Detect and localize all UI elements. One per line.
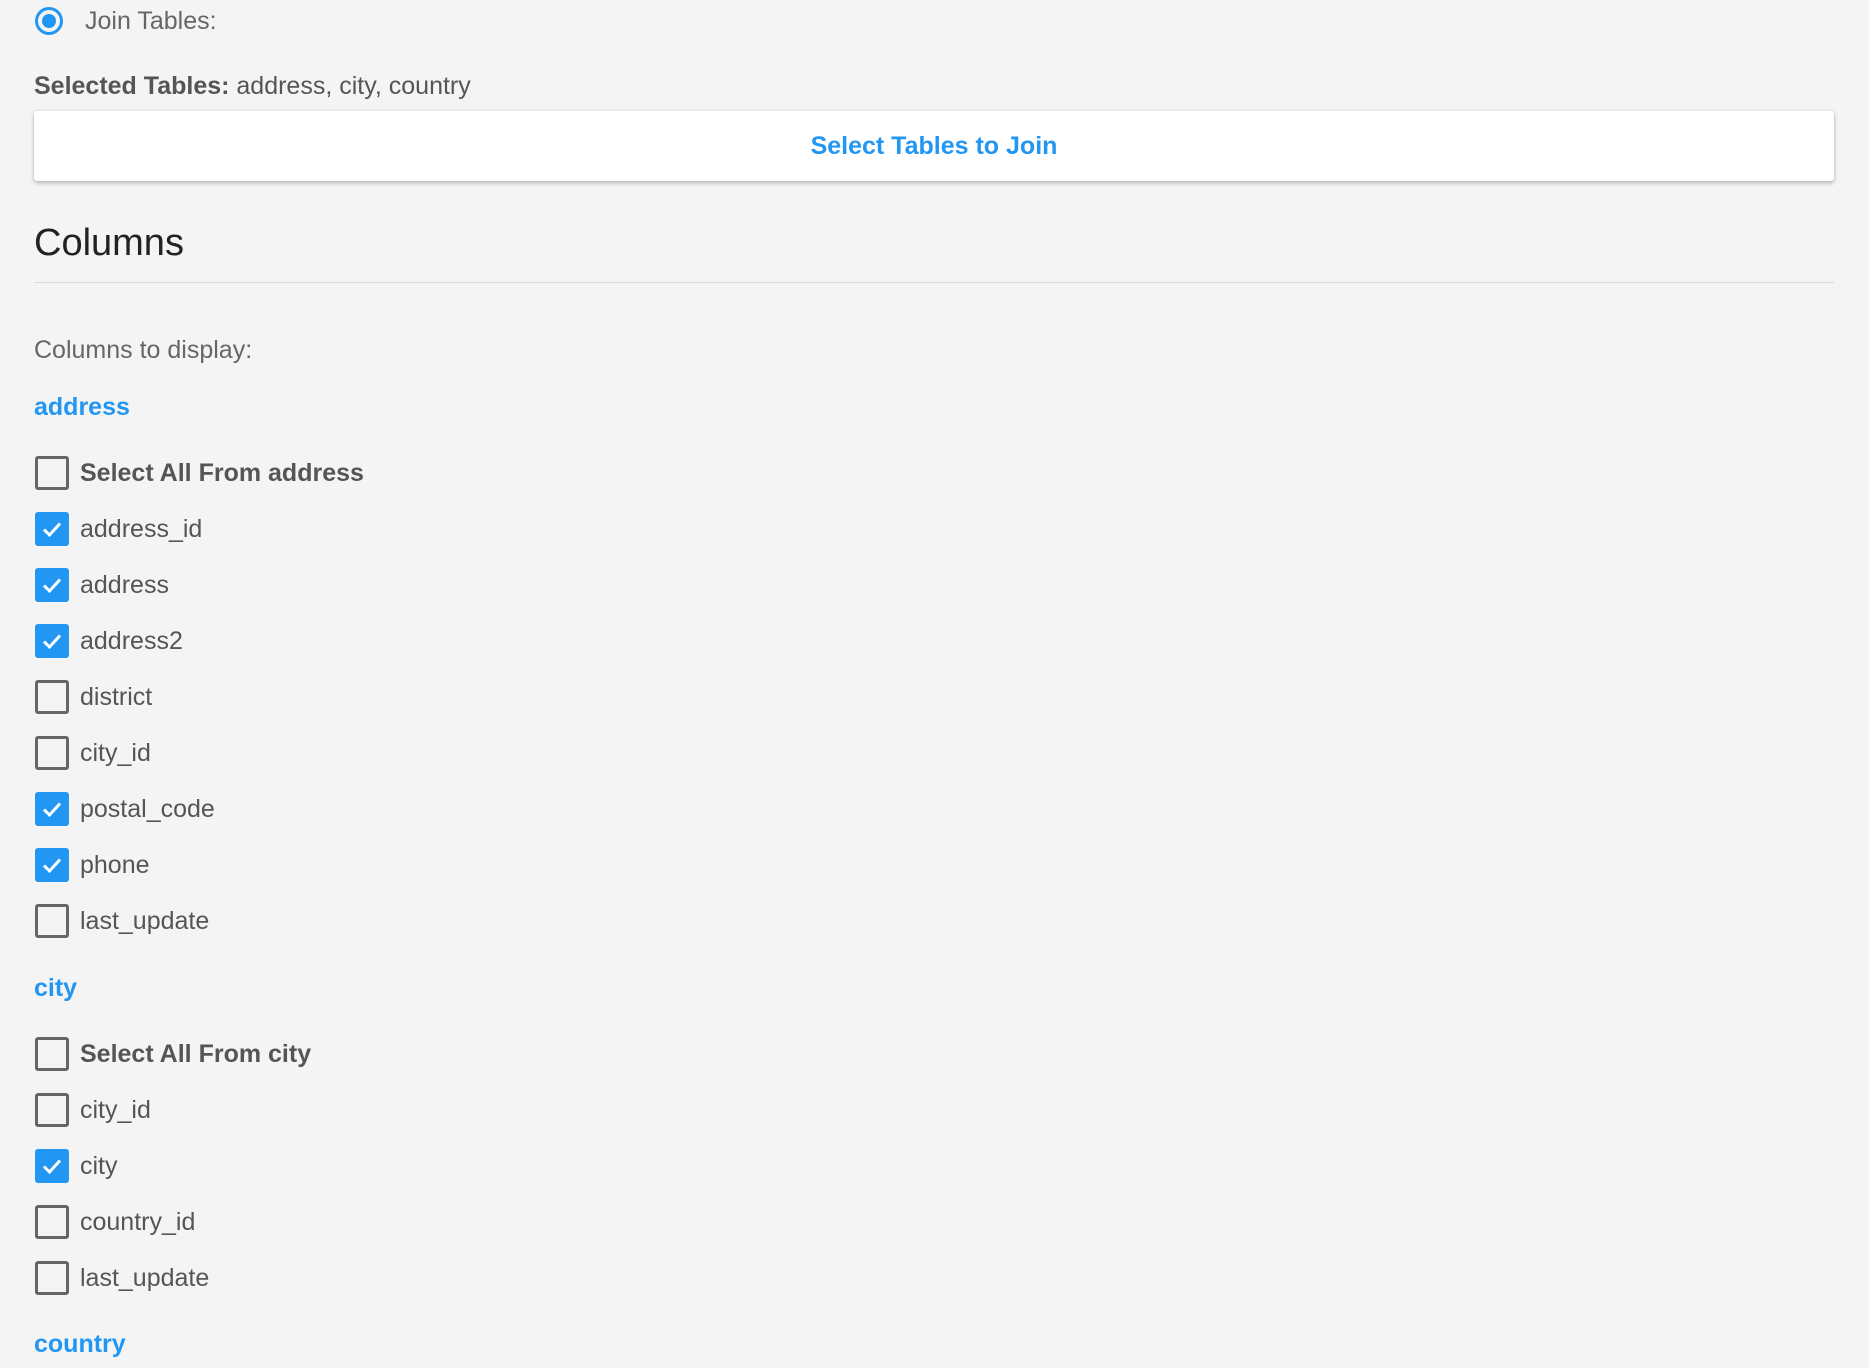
column-checkbox[interactable]: district bbox=[35, 679, 152, 715]
section-divider bbox=[34, 282, 1834, 283]
checkbox-icon[interactable] bbox=[35, 904, 69, 938]
select-all-city[interactable]: Select All From city bbox=[35, 1036, 311, 1072]
table-name-address: address bbox=[34, 393, 130, 421]
column-checkbox[interactable]: last_update bbox=[35, 1260, 209, 1296]
selected-tables-label: Selected Tables: bbox=[34, 72, 230, 100]
column-checkbox[interactable]: last_update bbox=[35, 903, 209, 939]
column-checkbox[interactable]: phone bbox=[35, 847, 150, 883]
checkbox-icon[interactable] bbox=[35, 1093, 69, 1127]
checkbox-icon[interactable] bbox=[35, 456, 69, 490]
checkbox-label: postal_code bbox=[80, 794, 215, 823]
checkbox-label: city bbox=[80, 1151, 118, 1180]
column-checkbox[interactable]: city_id bbox=[35, 1092, 151, 1128]
checkmark-icon[interactable] bbox=[35, 624, 69, 658]
checkbox-label: address2 bbox=[80, 626, 183, 655]
checkbox-label: district bbox=[80, 682, 153, 711]
table-name-country: country bbox=[34, 1330, 126, 1358]
column-checkbox[interactable]: address bbox=[35, 567, 169, 603]
checkmark-icon[interactable] bbox=[35, 1149, 69, 1183]
checkmark-icon[interactable] bbox=[35, 568, 69, 602]
column-checkbox[interactable]: postal_code bbox=[35, 791, 215, 827]
checkbox-label: Select All From city bbox=[80, 1039, 312, 1068]
checkbox-label: last_update bbox=[80, 906, 210, 935]
column-checkbox[interactable]: address_id bbox=[35, 511, 202, 547]
checkbox-label: Select All From address bbox=[80, 458, 364, 487]
selected-tables-text: Selected Tables: address, city, country bbox=[34, 72, 471, 101]
join-tables-label: Join Tables: bbox=[85, 6, 217, 35]
checkbox-label: phone bbox=[80, 850, 150, 879]
checkmark-icon[interactable] bbox=[35, 512, 69, 546]
select-tables-button[interactable]: Select Tables to Join bbox=[34, 111, 1834, 181]
table-name-city: city bbox=[34, 974, 78, 1002]
column-checkbox[interactable]: address2 bbox=[35, 623, 183, 659]
selected-tables-value: address, city, country bbox=[229, 72, 471, 100]
select-all-address[interactable]: Select All From address bbox=[35, 455, 364, 491]
join-tables-option[interactable]: Join Tables: bbox=[35, 4, 217, 38]
column-checkbox[interactable]: city bbox=[35, 1148, 118, 1184]
checkbox-icon[interactable] bbox=[35, 1261, 69, 1295]
checkmark-icon[interactable] bbox=[35, 848, 69, 882]
radio-selected-icon[interactable] bbox=[35, 7, 63, 35]
checkbox-label: city_id bbox=[80, 738, 151, 767]
column-checkbox[interactable]: country_id bbox=[35, 1204, 195, 1240]
checkbox-label: country_id bbox=[80, 1207, 196, 1236]
checkbox-label: last_update bbox=[80, 1263, 210, 1292]
checkbox-icon[interactable] bbox=[35, 680, 69, 714]
checkmark-icon[interactable] bbox=[35, 792, 69, 826]
checkbox-label: address_id bbox=[80, 514, 203, 543]
checkbox-icon[interactable] bbox=[35, 1037, 69, 1071]
column-checkbox[interactable]: city_id bbox=[35, 735, 151, 771]
checkbox-label: address bbox=[80, 570, 169, 599]
checkbox-icon[interactable] bbox=[35, 736, 69, 770]
checkbox-label: city_id bbox=[80, 1095, 151, 1124]
query-builder-page: Join Tables: Selected Tables: address, c… bbox=[0, 0, 1869, 1368]
columns-to-display-label: Columns to display: bbox=[34, 336, 253, 364]
checkbox-icon[interactable] bbox=[35, 1205, 69, 1239]
columns-heading: Columns bbox=[34, 222, 184, 264]
